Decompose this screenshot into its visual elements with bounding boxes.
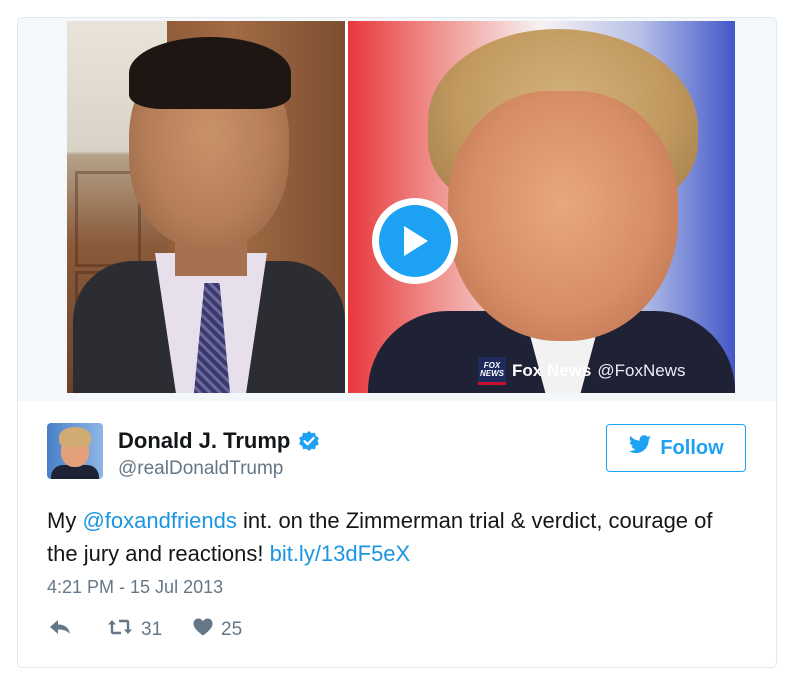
author-handle[interactable]: @realDonaldTrump <box>118 458 283 480</box>
tweet-text: My @foxandfriends int. on the Zimmerman … <box>47 508 713 566</box>
source-watermark: FOX NEWS Fox News @FoxNews <box>478 357 685 385</box>
watermark-name: Fox News <box>512 361 592 380</box>
fox-news-logo: FOX NEWS <box>478 357 506 385</box>
play-button[interactable] <box>372 198 458 284</box>
play-icon <box>379 205 451 277</box>
embedded-tweet-card: FOX NEWS Fox News @FoxNews Donald J. Tru… <box>17 17 777 668</box>
video-media[interactable]: FOX NEWS Fox News @FoxNews <box>18 18 776 401</box>
mention-link[interactable]: @foxandfriends <box>82 508 236 533</box>
tweet-actions: 31 25 <box>49 618 242 642</box>
twitter-bird-icon <box>628 435 652 461</box>
video-thumbnail[interactable]: FOX NEWS Fox News @FoxNews <box>67 21 735 393</box>
retweet-icon <box>107 618 133 642</box>
tweet-timestamp[interactable]: 4:21 PM - 15 Jul 2013 <box>47 577 223 598</box>
like-count: 25 <box>221 619 243 640</box>
retweet-count: 31 <box>141 619 163 640</box>
follow-button-label: Follow <box>660 436 724 459</box>
reply-button[interactable] <box>49 619 107 641</box>
author-name[interactable]: Donald J. Trump <box>118 428 320 454</box>
heart-icon <box>193 618 213 642</box>
verified-badge-icon <box>298 430 320 452</box>
url-link[interactable]: bit.ly/13dF5eX <box>270 541 411 566</box>
reply-icon <box>49 619 71 641</box>
watermark-handle: @FoxNews <box>597 361 686 380</box>
follow-button[interactable]: Follow <box>606 424 746 472</box>
avatar[interactable] <box>47 423 103 479</box>
retweet-button[interactable]: 31 <box>107 618 193 642</box>
thumbnail-left-panel <box>67 21 345 393</box>
like-button[interactable]: 25 <box>193 618 242 642</box>
author-name-text[interactable]: Donald J. Trump <box>118 428 290 454</box>
